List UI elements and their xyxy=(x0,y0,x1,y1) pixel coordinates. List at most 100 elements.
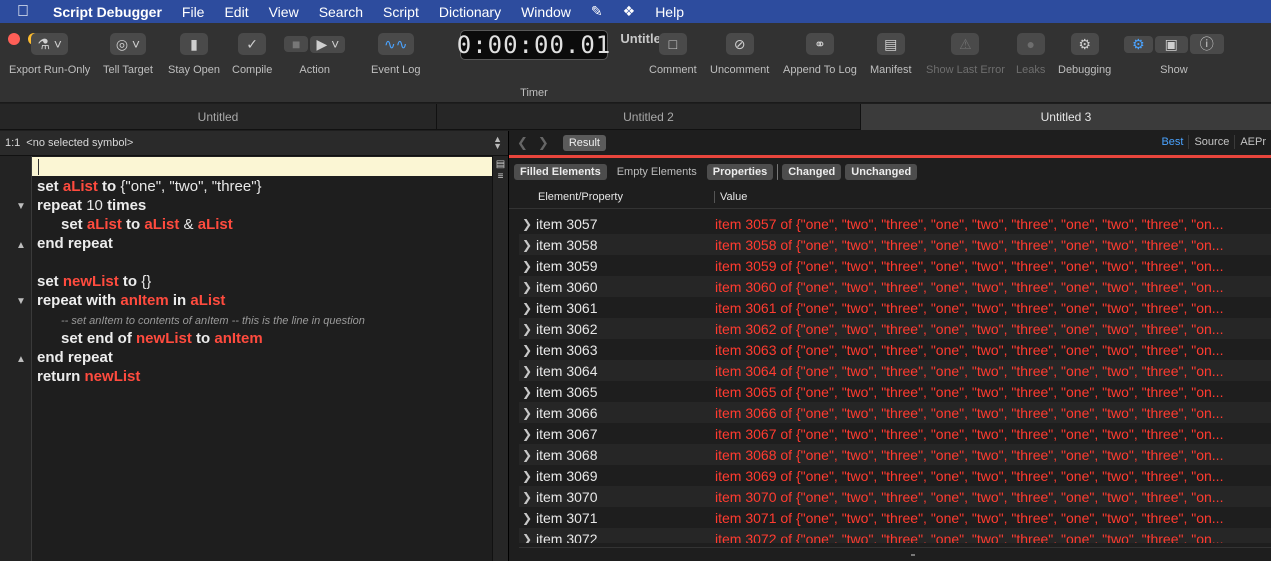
show-last-error-button[interactable]: ⚠ Show Last Error xyxy=(926,33,1005,76)
menu-search[interactable]: Search xyxy=(319,4,363,20)
disclosure-chevron-icon[interactable]: ❯ xyxy=(519,469,535,483)
disclosure-chevron-icon[interactable]: ❯ xyxy=(519,364,535,378)
debugging-button[interactable]: ⚙ Debugging xyxy=(1058,33,1111,76)
event-log-button[interactable]: ∿∿ Event Log xyxy=(371,33,421,76)
split-icon[interactable]: ▤ xyxy=(493,159,508,171)
table-row[interactable]: ❯ item 3072 item 3072 of {"one", "two", "t… xyxy=(519,528,1271,543)
table-row[interactable]: ❯ item 3066 item 3066 of {"one", "two", "t… xyxy=(519,402,1271,423)
disclosure-chevron-icon[interactable]: ❯ xyxy=(519,322,535,336)
tab-untitled-3[interactable]: Untitled 3 xyxy=(861,104,1271,130)
compile-button[interactable]: ✓ Compile xyxy=(232,33,272,76)
leaks-button[interactable]: ● Leaks xyxy=(1016,33,1045,76)
code-line[interactable]: set aList to {"one", "two", "three"} xyxy=(37,177,262,196)
disclosure-chevron-icon[interactable]: ❯ xyxy=(519,532,535,544)
table-row[interactable]: ❯ item 3058 item 3058 of {"one", "two", "t… xyxy=(519,234,1271,255)
toolbox-icon[interactable]: ▣ xyxy=(1154,35,1188,53)
fold-down-icon[interactable]: ▼ xyxy=(16,201,26,212)
menu-edit[interactable]: Edit xyxy=(224,4,248,20)
menu-view[interactable]: View xyxy=(269,4,299,20)
fold-up-icon[interactable]: ▲ xyxy=(16,354,26,365)
disclosure-chevron-icon[interactable]: ❯ xyxy=(519,427,535,441)
gears-icon[interactable]: ⚙ xyxy=(1124,35,1153,53)
menu-script[interactable]: Script xyxy=(383,4,419,20)
info-icon[interactable]: ⓘ xyxy=(1189,34,1224,54)
tell-target-button[interactable]: ◎ ˅ Tell Target xyxy=(103,33,153,76)
view-aepr[interactable]: AEPr xyxy=(1234,135,1271,149)
table-row[interactable]: ❯ item 3068 item 3068 of {"one", "two", "t… xyxy=(519,444,1271,465)
code-line[interactable]: return newList xyxy=(37,367,140,386)
disclosure-chevron-icon[interactable]: ❯ xyxy=(519,511,535,525)
action-button[interactable]: ■ ▶ ˅ Action xyxy=(284,33,346,76)
updown-chevron-icon[interactable]: ▲ ▼ xyxy=(493,135,502,151)
disclosure-chevron-icon[interactable]: ❯ xyxy=(519,301,535,315)
current-line[interactable] xyxy=(32,157,492,176)
code-line[interactable]: end repeat xyxy=(37,348,113,367)
disclosure-chevron-icon[interactable]: ❯ xyxy=(519,385,535,399)
list-icon[interactable]: ≡ xyxy=(493,171,508,183)
disclosure-chevron-icon[interactable]: ❯ xyxy=(519,490,535,504)
column-header-value[interactable]: Value xyxy=(715,191,747,203)
code-line[interactable]: set aList to aList & aList xyxy=(61,215,233,234)
table-row[interactable]: ❯ item 3071 item 3071 of {"one", "two", "t… xyxy=(519,507,1271,528)
table-row[interactable]: ❯ item 3064 item 3064 of {"one", "two", "t… xyxy=(519,360,1271,381)
table-row[interactable]: ❯ item 3059 item 3059 of {"one", "two", "t… xyxy=(519,255,1271,276)
append-to-log-button[interactable]: ⚭ Append To Log xyxy=(783,33,857,76)
menu-file[interactable]: File xyxy=(182,4,205,20)
disclosure-chevron-icon[interactable]: ❯ xyxy=(519,343,535,357)
fold-down-icon[interactable]: ▼ xyxy=(16,296,26,307)
menu-dictionary[interactable]: Dictionary xyxy=(439,4,501,20)
scripts-icon[interactable]: ❖ xyxy=(623,3,636,20)
comment-button[interactable]: □ Comment xyxy=(649,33,697,76)
symbol-popup[interactable]: <no selected symbol> xyxy=(26,137,133,149)
tab-untitled[interactable]: Untitled xyxy=(0,104,437,130)
code-line[interactable]: set end of newList to anItem xyxy=(61,329,263,348)
disclosure-chevron-icon[interactable]: ❯ xyxy=(519,448,535,462)
column-header-element[interactable]: Element/Property xyxy=(509,190,715,203)
uncomment-button[interactable]: ⊘ Uncomment xyxy=(710,33,769,76)
fold-up-icon[interactable]: ▲ xyxy=(16,240,26,251)
disclosure-chevron-icon[interactable]: ❯ xyxy=(519,259,535,273)
disclosure-chevron-icon[interactable]: ❯ xyxy=(519,406,535,420)
view-source[interactable]: Source xyxy=(1188,135,1234,149)
disclosure-chevron-icon[interactable]: ❯ xyxy=(519,280,535,294)
filter-filled-elements[interactable]: Filled Elements xyxy=(514,164,607,180)
horizontal-scrollbar[interactable] xyxy=(519,547,1271,561)
table-row[interactable]: ❯ item 3067 item 3067 of {"one", "two", "t… xyxy=(519,423,1271,444)
back-chevron-icon[interactable]: ❮ xyxy=(517,135,528,151)
code-line[interactable]: set newList to {} xyxy=(37,272,151,291)
filter-properties[interactable]: Properties xyxy=(706,164,774,180)
code-line[interactable]: repeat with anItem in aList xyxy=(37,291,225,310)
symbol-navigator[interactable]: 1:1 <no selected symbol> ▲ ▼ xyxy=(0,131,508,156)
code-line[interactable]: end repeat xyxy=(37,234,113,253)
export-run-only-button[interactable]: ⚗ ˅ Export Run-Only xyxy=(9,33,90,76)
show-button-group[interactable]: ⚙ ▣ ⓘ Show xyxy=(1124,33,1224,76)
view-best[interactable]: Best xyxy=(1156,135,1188,149)
code-line[interactable]: repeat 10 times xyxy=(37,196,146,215)
menu-help[interactable]: Help xyxy=(655,4,684,20)
result-button[interactable]: Result xyxy=(562,135,606,151)
filter-unchanged[interactable]: Unchanged xyxy=(845,164,918,180)
table-row[interactable]: ❯ item 3069 item 3069 of {"one", "two", "t… xyxy=(519,465,1271,486)
table-row[interactable]: ❯ item 3062 item 3062 of {"one", "two", "t… xyxy=(519,318,1271,339)
menu-window[interactable]: Window xyxy=(521,4,571,20)
disclosure-chevron-icon[interactable]: ❯ xyxy=(519,217,535,231)
manifest-button[interactable]: ▤ Manifest xyxy=(870,33,912,76)
stay-open-button[interactable]: ▮ Stay Open xyxy=(168,33,220,76)
table-row[interactable]: ❯ item 3063 item 3063 of {"one", "two", "t… xyxy=(519,339,1271,360)
line-gutter[interactable]: ▼ ▲ ▼ ▲ xyxy=(0,156,32,561)
table-row[interactable]: ❯ item 3060 item 3060 of {"one", "two", "t… xyxy=(519,276,1271,297)
disclosure-chevron-icon[interactable]: ❯ xyxy=(519,238,535,252)
script-menu-icon[interactable]: ✎ xyxy=(591,3,603,20)
menu-app-name[interactable]: Script Debugger xyxy=(53,4,162,20)
filter-changed[interactable]: Changed xyxy=(782,164,842,180)
apple-icon[interactable]:  xyxy=(17,3,35,21)
filter-empty-elements[interactable]: Empty Elements xyxy=(611,164,703,180)
tab-untitled-2[interactable]: Untitled 2 xyxy=(437,104,861,130)
code-editor[interactable]: set aList to {"one", "two", "three"} rep… xyxy=(32,156,492,561)
table-row[interactable]: ❯ item 3057 item 3057 of {"one", "two", "t… xyxy=(519,213,1271,234)
table-row[interactable]: ❯ item 3061 item 3061 of {"one", "two", "t… xyxy=(519,297,1271,318)
code-line[interactable]: -- set anItem to contents of anItem -- t… xyxy=(61,310,365,329)
table-row[interactable]: ❯ item 3070 item 3070 of {"one", "two", "t… xyxy=(519,486,1271,507)
forward-chevron-icon[interactable]: ❯ xyxy=(538,135,549,151)
table-row[interactable]: ❯ item 3065 item 3065 of {"one", "two", "t… xyxy=(519,381,1271,402)
